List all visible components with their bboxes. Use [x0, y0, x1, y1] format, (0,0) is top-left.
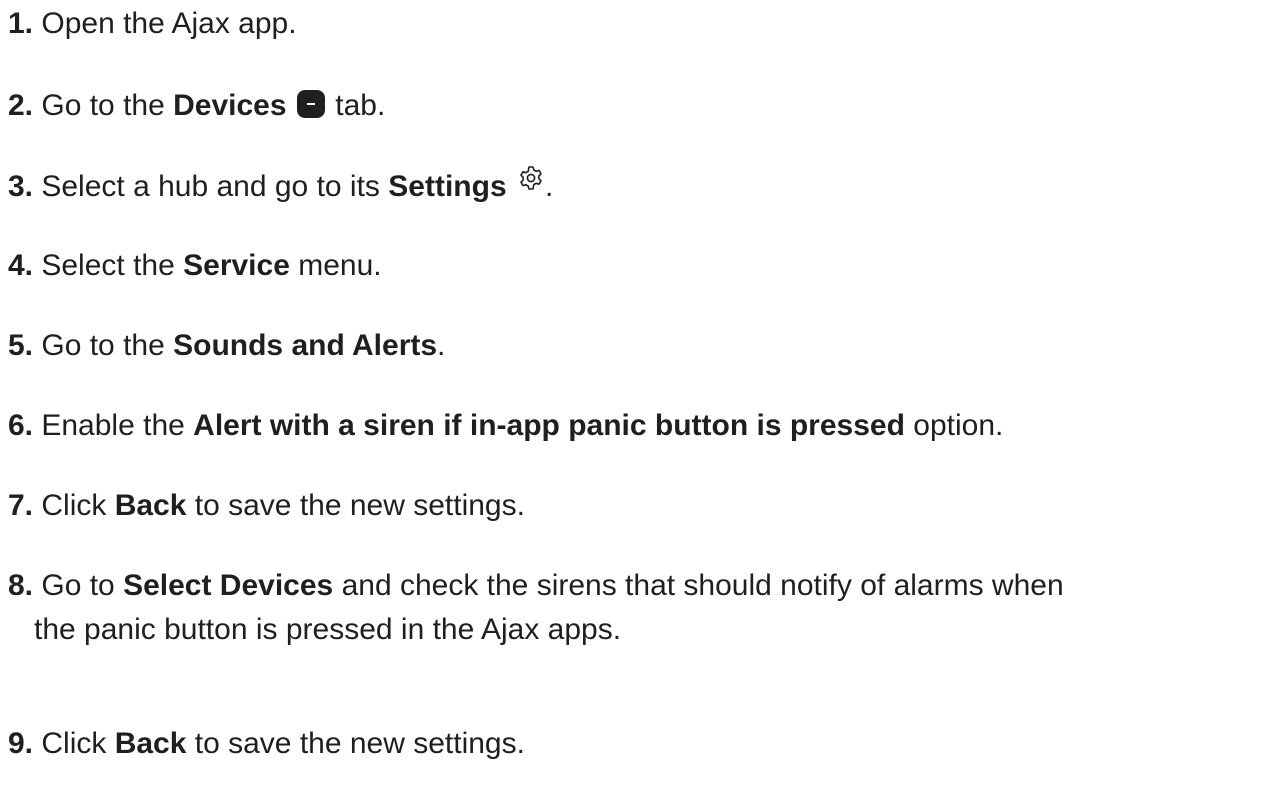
step-8: 8. Go to Select Devices and check the si…	[8, 564, 1064, 652]
service-label: Service	[183, 249, 290, 282]
step-number: 6.	[8, 409, 34, 442]
step-text-end: and check the sirens that should notify …	[333, 569, 1064, 602]
select-devices-label: Select Devices	[123, 569, 334, 602]
step-text: Go to the	[33, 329, 174, 362]
step-text-end: menu.	[289, 249, 382, 282]
step-text-end: .	[437, 329, 446, 362]
step-text: Open the Ajax app.	[33, 7, 297, 40]
step-text: Go to the	[33, 89, 174, 122]
step-text: Enable the	[33, 409, 194, 442]
step-number: 4.	[8, 249, 34, 282]
step-text-end: to save the new settings.	[186, 489, 525, 522]
step-5: 5. Go to the Sounds and Alerts.	[8, 324, 445, 368]
step-1: 1. Open the Ajax app.	[8, 2, 297, 46]
step-text-end: to save the new settings.	[186, 727, 525, 760]
step-text-end: tab.	[326, 89, 386, 122]
settings-label: Settings	[388, 170, 507, 203]
step-4: 4. Select the Service menu.	[8, 244, 382, 288]
alert-option-label: Alert with a siren if in-app panic butto…	[193, 409, 905, 442]
step-number: 1.	[8, 7, 34, 40]
step-3: 3. Select a hub and go to its Settings .	[8, 164, 553, 209]
back-label: Back	[114, 489, 187, 522]
step-text: Click	[33, 727, 115, 760]
step-number: 5.	[8, 329, 34, 362]
step-text-end: option.	[904, 409, 1004, 442]
step-number: 8.	[8, 569, 34, 602]
step-2: 2. Go to the Devices tab.	[8, 84, 385, 128]
step-text-continued: the panic button is pressed in the Ajax …	[34, 613, 622, 646]
back-label: Back	[114, 727, 187, 760]
step-number: 2.	[8, 89, 34, 122]
devices-tab-icon	[296, 90, 325, 118]
step-number: 9.	[8, 727, 34, 760]
step-text-end: .	[544, 170, 554, 203]
step-text: Select the	[33, 249, 184, 282]
devices-label: Devices	[173, 89, 287, 122]
step-7: 7. Click Back to save the new settings.	[8, 484, 525, 528]
step-text: Select a hub and go to its	[33, 170, 389, 203]
step-text: Go to	[33, 569, 124, 602]
sounds-alerts-label: Sounds and Alerts	[173, 329, 438, 362]
step-6: 6. Enable the Alert with a siren if in-a…	[8, 404, 1003, 448]
gear-icon	[520, 166, 542, 190]
step-text: Click	[33, 489, 115, 522]
step-number: 3.	[8, 170, 34, 203]
step-9: 9. Click Back to save the new settings.	[8, 722, 525, 766]
step-number: 7.	[8, 489, 34, 522]
